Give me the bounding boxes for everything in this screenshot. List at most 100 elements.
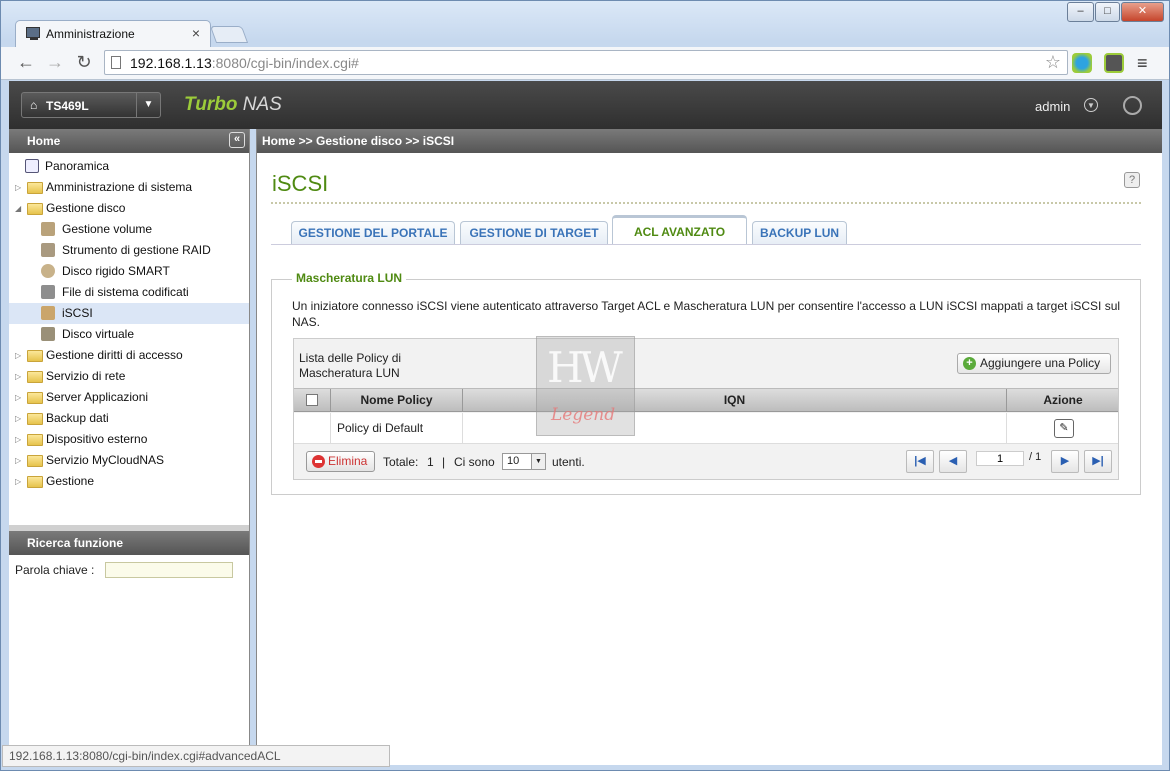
section-description: Un iniziatore connesso iSCSI viene auten… [292, 299, 1121, 329]
folder-icon [27, 455, 43, 467]
sidebar-item-server-applicazioni[interactable]: ▷ Server Applicazioni [15, 387, 245, 408]
select-all-cell [294, 389, 331, 412]
expand-arrow-icon[interactable]: ▷ [15, 387, 21, 408]
grid-title-line2: Mascheratura LUN [299, 366, 400, 380]
sidebar-item-smart[interactable]: Disco rigido SMART [41, 261, 241, 282]
sidebar-item-panoramica[interactable]: Panoramica [25, 156, 245, 177]
address-bar[interactable]: 192.168.1.13:8080/cgi-bin/index.cgi# ☆ [104, 50, 1068, 75]
tab-gestione-portale[interactable]: GESTIONE DEL PORTALE [291, 221, 455, 245]
expand-arrow-icon[interactable]: ▷ [15, 345, 21, 366]
tab-gestione-target[interactable]: GESTIONE DI TARGET [460, 221, 608, 245]
prev-page-icon[interactable]: ◀ [939, 450, 967, 473]
keyword-input[interactable] [105, 562, 233, 578]
sidebar-item-iscsi[interactable]: iSCSI [9, 303, 249, 324]
browser-window: – □ ✕ Amministrazione × ← → ↻ 192.168.1.… [0, 0, 1170, 771]
sidebar-item-label: Gestione [46, 474, 95, 488]
sidebar-item-gestione-volume[interactable]: Gestione volume [41, 219, 241, 240]
next-page-icon[interactable]: ▶ [1051, 450, 1079, 473]
sidebar-item-file-codificati[interactable]: File di sistema codificati [41, 282, 241, 303]
watermark-text-legend: Legend [551, 405, 616, 425]
folder-icon [27, 182, 43, 194]
model-selector[interactable]: ⌂ TS469L ▼ [21, 92, 161, 118]
sidebar-item-mycloudnas[interactable]: ▷ Servizio MyCloudNAS [15, 450, 245, 471]
sidebar-item-gestione-disco[interactable]: ◢ Gestione disco [15, 198, 245, 219]
encrypted-file-icon [41, 285, 55, 299]
expand-arrow-icon[interactable]: ▷ [15, 471, 21, 492]
folder-icon [27, 476, 43, 488]
maximize-button[interactable]: □ [1095, 2, 1120, 22]
keyword-row: Parola chiave : [9, 555, 249, 585]
folder-icon [27, 371, 43, 383]
main-content: Home >> Gestione disco >> iSCSI iSCSI ? … [256, 129, 1162, 765]
bookmark-star-icon[interactable]: ☆ [1045, 52, 1061, 73]
close-window-button[interactable]: ✕ [1121, 2, 1164, 22]
new-tab-button[interactable] [209, 26, 249, 43]
sidebar-item-label: iSCSI [62, 306, 93, 320]
menu-icon[interactable]: ≡ [1137, 53, 1148, 74]
extension-icon[interactable] [1104, 53, 1124, 73]
tab-close-icon[interactable]: × [192, 25, 200, 41]
sidebar-item-raid[interactable]: Strumento di gestione RAID [41, 240, 241, 261]
language-globe-icon[interactable] [1123, 96, 1142, 115]
brand-logo: Turbo NAS [184, 94, 282, 116]
sidebar-item-amministrazione[interactable]: ▷ Amministrazione di sistema [15, 177, 245, 198]
sidebar-item-servizio-rete[interactable]: ▷ Servizio di rete [15, 366, 245, 387]
user-name[interactable]: admin [1035, 99, 1070, 114]
expand-arrow-icon[interactable]: ▷ [15, 408, 21, 429]
expand-arrow-icon[interactable]: ▷ [15, 177, 21, 198]
sidebar-item-disco-virtuale[interactable]: Disco virtuale [41, 324, 241, 345]
help-icon[interactable]: ? [1124, 172, 1140, 188]
skype-extension-icon[interactable] [1072, 53, 1092, 73]
select-all-checkbox[interactable] [306, 394, 318, 406]
folder-open-icon [27, 203, 43, 215]
expand-arrow-icon[interactable]: ▷ [15, 429, 21, 450]
collapse-icon[interactable]: « [229, 132, 245, 148]
chevron-down-icon: ▼ [531, 454, 545, 469]
divider [271, 202, 1141, 204]
edit-icon[interactable]: ✎ [1054, 419, 1074, 438]
delete-label: Elimina [328, 454, 368, 468]
column-nome-policy[interactable]: Nome Policy [331, 389, 463, 412]
volume-icon [41, 222, 55, 236]
column-azione: Azione [1043, 393, 1083, 407]
grid-title-line1: Lista delle Policy di [299, 351, 402, 365]
page-number-input[interactable] [976, 451, 1024, 466]
minimize-button[interactable]: – [1067, 2, 1094, 22]
sidebar-item-label: Disco virtuale [62, 327, 135, 341]
sidebar: Home « Panoramica ▷ Amministrazione di s… [9, 129, 250, 765]
tab-acl-avanzato[interactable]: ACL AVANZATO [612, 215, 747, 245]
last-page-icon[interactable]: ▶| [1084, 450, 1112, 473]
iscsi-icon [41, 306, 55, 320]
sidebar-item-label: Server Applicazioni [46, 390, 149, 404]
home-icon: ⌂ [30, 98, 38, 112]
forward-icon[interactable]: → [44, 52, 66, 73]
per-page-select[interactable]: 10 ▼ [502, 453, 546, 470]
folder-icon [27, 392, 43, 404]
navigation-bar: ← → ↻ 192.168.1.13:8080/cgi-bin/index.cg… [1, 47, 1169, 80]
browser-tab[interactable]: Amministrazione × [15, 20, 211, 47]
keyword-label: Parola chiave : [15, 563, 95, 577]
table-row[interactable]: Policy di Default ✎ [294, 413, 1118, 444]
folder-icon [27, 413, 43, 425]
add-policy-button[interactable]: + Aggiungere una Policy [957, 353, 1111, 374]
user-menu-icon[interactable]: ▼ [1084, 98, 1098, 112]
tab-backup-lun[interactable]: BACKUP LUN [752, 221, 847, 245]
back-icon[interactable]: ← [15, 52, 37, 73]
sidebar-item-label: Strumento di gestione RAID [62, 243, 211, 257]
sidebar-item-diritti-accesso[interactable]: ▷ Gestione diritti di accesso [15, 345, 245, 366]
expand-arrow-icon[interactable]: ▷ [15, 366, 21, 387]
expand-arrow-icon[interactable]: ▷ [15, 450, 21, 471]
sidebar-item-dispositivo-esterno[interactable]: ▷ Dispositivo esterno [15, 429, 245, 450]
reload-icon[interactable]: ↻ [73, 52, 95, 73]
url-text: 192.168.1.13:8080/cgi-bin/index.cgi# [130, 55, 359, 71]
sidebar-item-gestione[interactable]: ▷ Gestione [15, 471, 245, 492]
sidebar-item-label: Gestione volume [62, 222, 153, 236]
sidebar-item-backup-dati[interactable]: ▷ Backup dati [15, 408, 245, 429]
page-title: iSCSI [272, 171, 329, 196]
function-search: Ricerca funzione Parola chiave : [9, 525, 249, 585]
collapse-arrow-icon[interactable]: ◢ [15, 198, 21, 219]
grid-title: Lista delle Policy di Mascheratura LUN [299, 351, 401, 381]
first-page-icon[interactable]: |◀ [906, 450, 934, 473]
chevron-down-icon[interactable]: ▼ [136, 93, 160, 117]
delete-button[interactable]: Elimina [306, 451, 375, 472]
